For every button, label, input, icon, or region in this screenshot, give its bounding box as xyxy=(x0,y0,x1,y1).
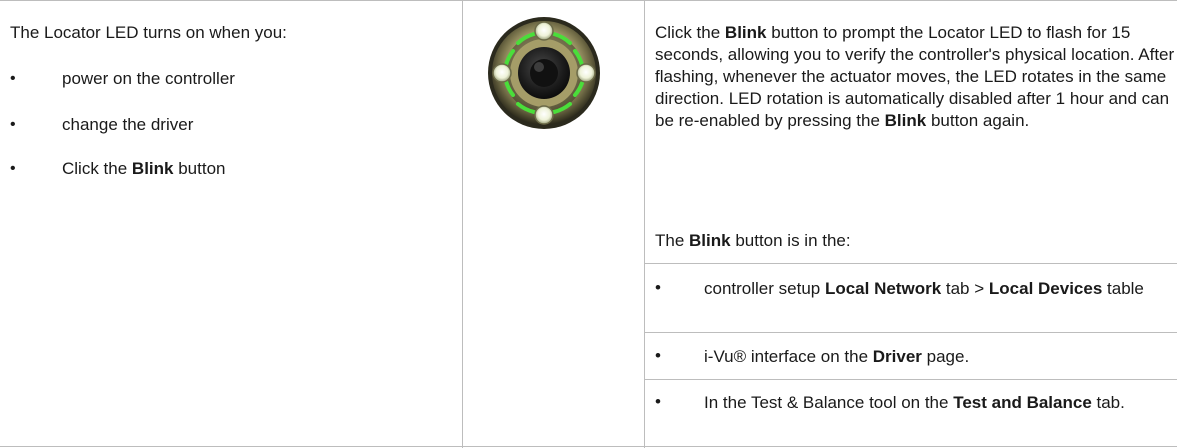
row-divider xyxy=(645,263,1177,264)
locator-led-icon xyxy=(486,15,602,131)
left-cell: The Locator LED turns on when you: • pow… xyxy=(0,1,463,448)
blink-location-intro: The Blink button is in the: xyxy=(655,231,851,250)
row-divider xyxy=(645,332,1177,333)
image-cell xyxy=(463,1,645,448)
list-item-label: power on the controller xyxy=(62,69,235,88)
bullet-dot: • xyxy=(10,116,16,133)
row-divider xyxy=(645,379,1177,380)
info-table: The Locator LED turns on when you: • pow… xyxy=(0,0,1177,448)
bullet-dot: • xyxy=(655,346,661,365)
bullet-dot: • xyxy=(655,392,661,411)
list-item-label: i-Vu® interface on the Driver page. xyxy=(704,347,970,366)
bullet-dot: • xyxy=(655,278,661,297)
list-item-label: controller setup Local Network tab > Loc… xyxy=(704,279,1144,298)
description-cell: Click the Blink button to prompt the Loc… xyxy=(645,1,1177,448)
list-item-label: Click the Blink button xyxy=(62,159,226,178)
bullet-dot: • xyxy=(10,160,16,177)
list-item-label: In the Test & Balance tool on the Test a… xyxy=(704,393,1125,412)
blink-description: Click the Blink button to prompt the Loc… xyxy=(655,23,1175,130)
intro-text: The Locator LED turns on when you: xyxy=(10,23,287,42)
bullet-dot: • xyxy=(10,70,16,87)
list-item-label: change the driver xyxy=(62,115,194,134)
